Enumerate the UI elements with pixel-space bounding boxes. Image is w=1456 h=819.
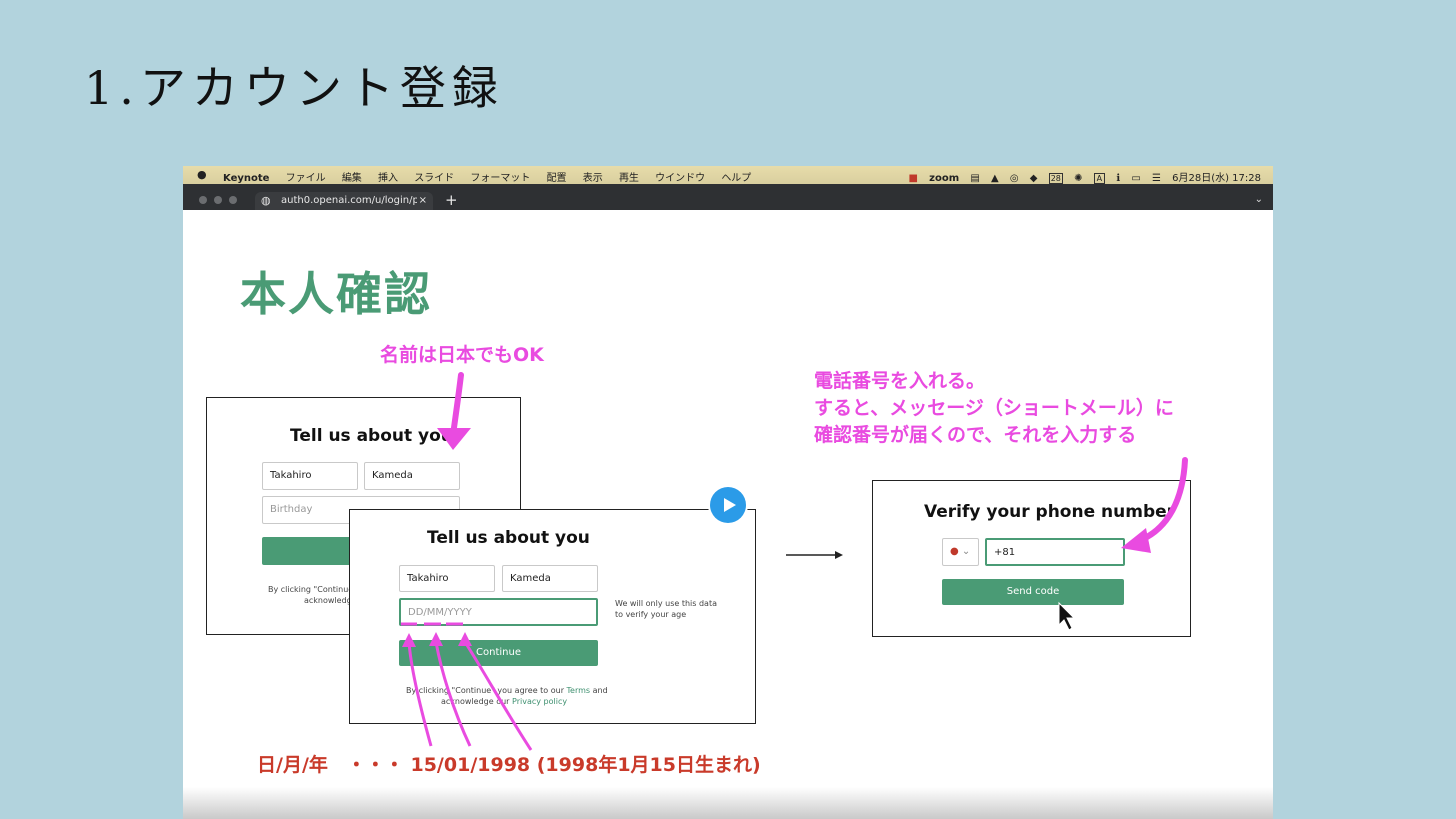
window-minimize-dot[interactable] [214,196,222,204]
apple-icon[interactable]: ● [197,168,207,181]
chevron-down-icon[interactable]: ⌄ [1255,194,1263,205]
menu-play[interactable]: 再生 [619,173,639,184]
info-icon[interactable]: ℹ [1116,173,1120,184]
shield-icon[interactable]: ◆ [1030,173,1038,184]
slide-content: 本人確認 名前は日本でもOK 電話番号を入れる。 すると、メッセージ（ショートメ… [183,210,1273,819]
mouse-cursor-icon [1058,601,1076,631]
menu-format[interactable]: フォーマット [470,173,530,184]
window-close-dot[interactable] [199,196,207,204]
control-center-icon[interactable]: ☰ [1152,173,1161,184]
record-icon[interactable]: ■ [909,173,918,184]
globe-icon: ◍ [261,194,271,207]
window-zoom-dot[interactable] [229,196,237,204]
tab-close-icon[interactable]: × [419,192,427,210]
browser-tab-bar: ◍ auth0.openai.com/u/login/passw × + ⌄ [183,184,1273,210]
annotation-overlay [401,372,1188,751]
mac-menubar: ● Keynote ファイル 編集 挿入 スライド フォーマット 配置 表示 再… [183,166,1273,184]
name-annotation-arrow [437,372,471,450]
phone-annotation-arrow [1121,457,1188,553]
sync-icon[interactable]: ◎ [1010,173,1019,184]
menu-window[interactable]: ウインドウ [655,173,705,184]
flow-arrow [786,551,843,559]
menu-slide[interactable]: スライド [414,173,454,184]
zoom-status[interactable]: zoom [929,173,959,184]
menu-help[interactable]: ヘルプ [721,173,751,184]
browser-tab[interactable]: ◍ auth0.openai.com/u/login/passw × [255,192,433,210]
menu-edit[interactable]: 編集 [342,173,362,184]
tab-url: auth0.openai.com/u/login/passw [281,195,417,206]
menu-view[interactable]: 表示 [583,173,603,184]
calendar-icon[interactable]: 28 [1048,173,1063,184]
new-tab-button[interactable]: + [445,191,458,209]
screenshot-frame: ● Keynote ファイル 編集 挿入 スライド フォーマット 配置 表示 再… [183,166,1273,819]
clipboard-icon[interactable]: ▤ [970,173,979,184]
date-annotation-arrows [401,622,533,751]
drive-icon[interactable]: ▲ [991,173,999,184]
slide-title: 1.アカウント登録 [84,61,504,115]
menu-arrange[interactable]: 配置 [547,173,567,184]
menu-app-keynote[interactable]: Keynote [223,173,269,184]
brightness-icon[interactable]: ✺ [1074,173,1082,184]
battery-icon[interactable]: ▭ [1131,173,1140,184]
menu-file[interactable]: ファイル [286,173,326,184]
input-method-icon[interactable]: A [1093,173,1106,184]
menu-insert[interactable]: 挿入 [378,173,398,184]
bottom-shade [183,787,1273,819]
datetime[interactable]: 6月28日(水) 17:28 [1172,173,1261,184]
